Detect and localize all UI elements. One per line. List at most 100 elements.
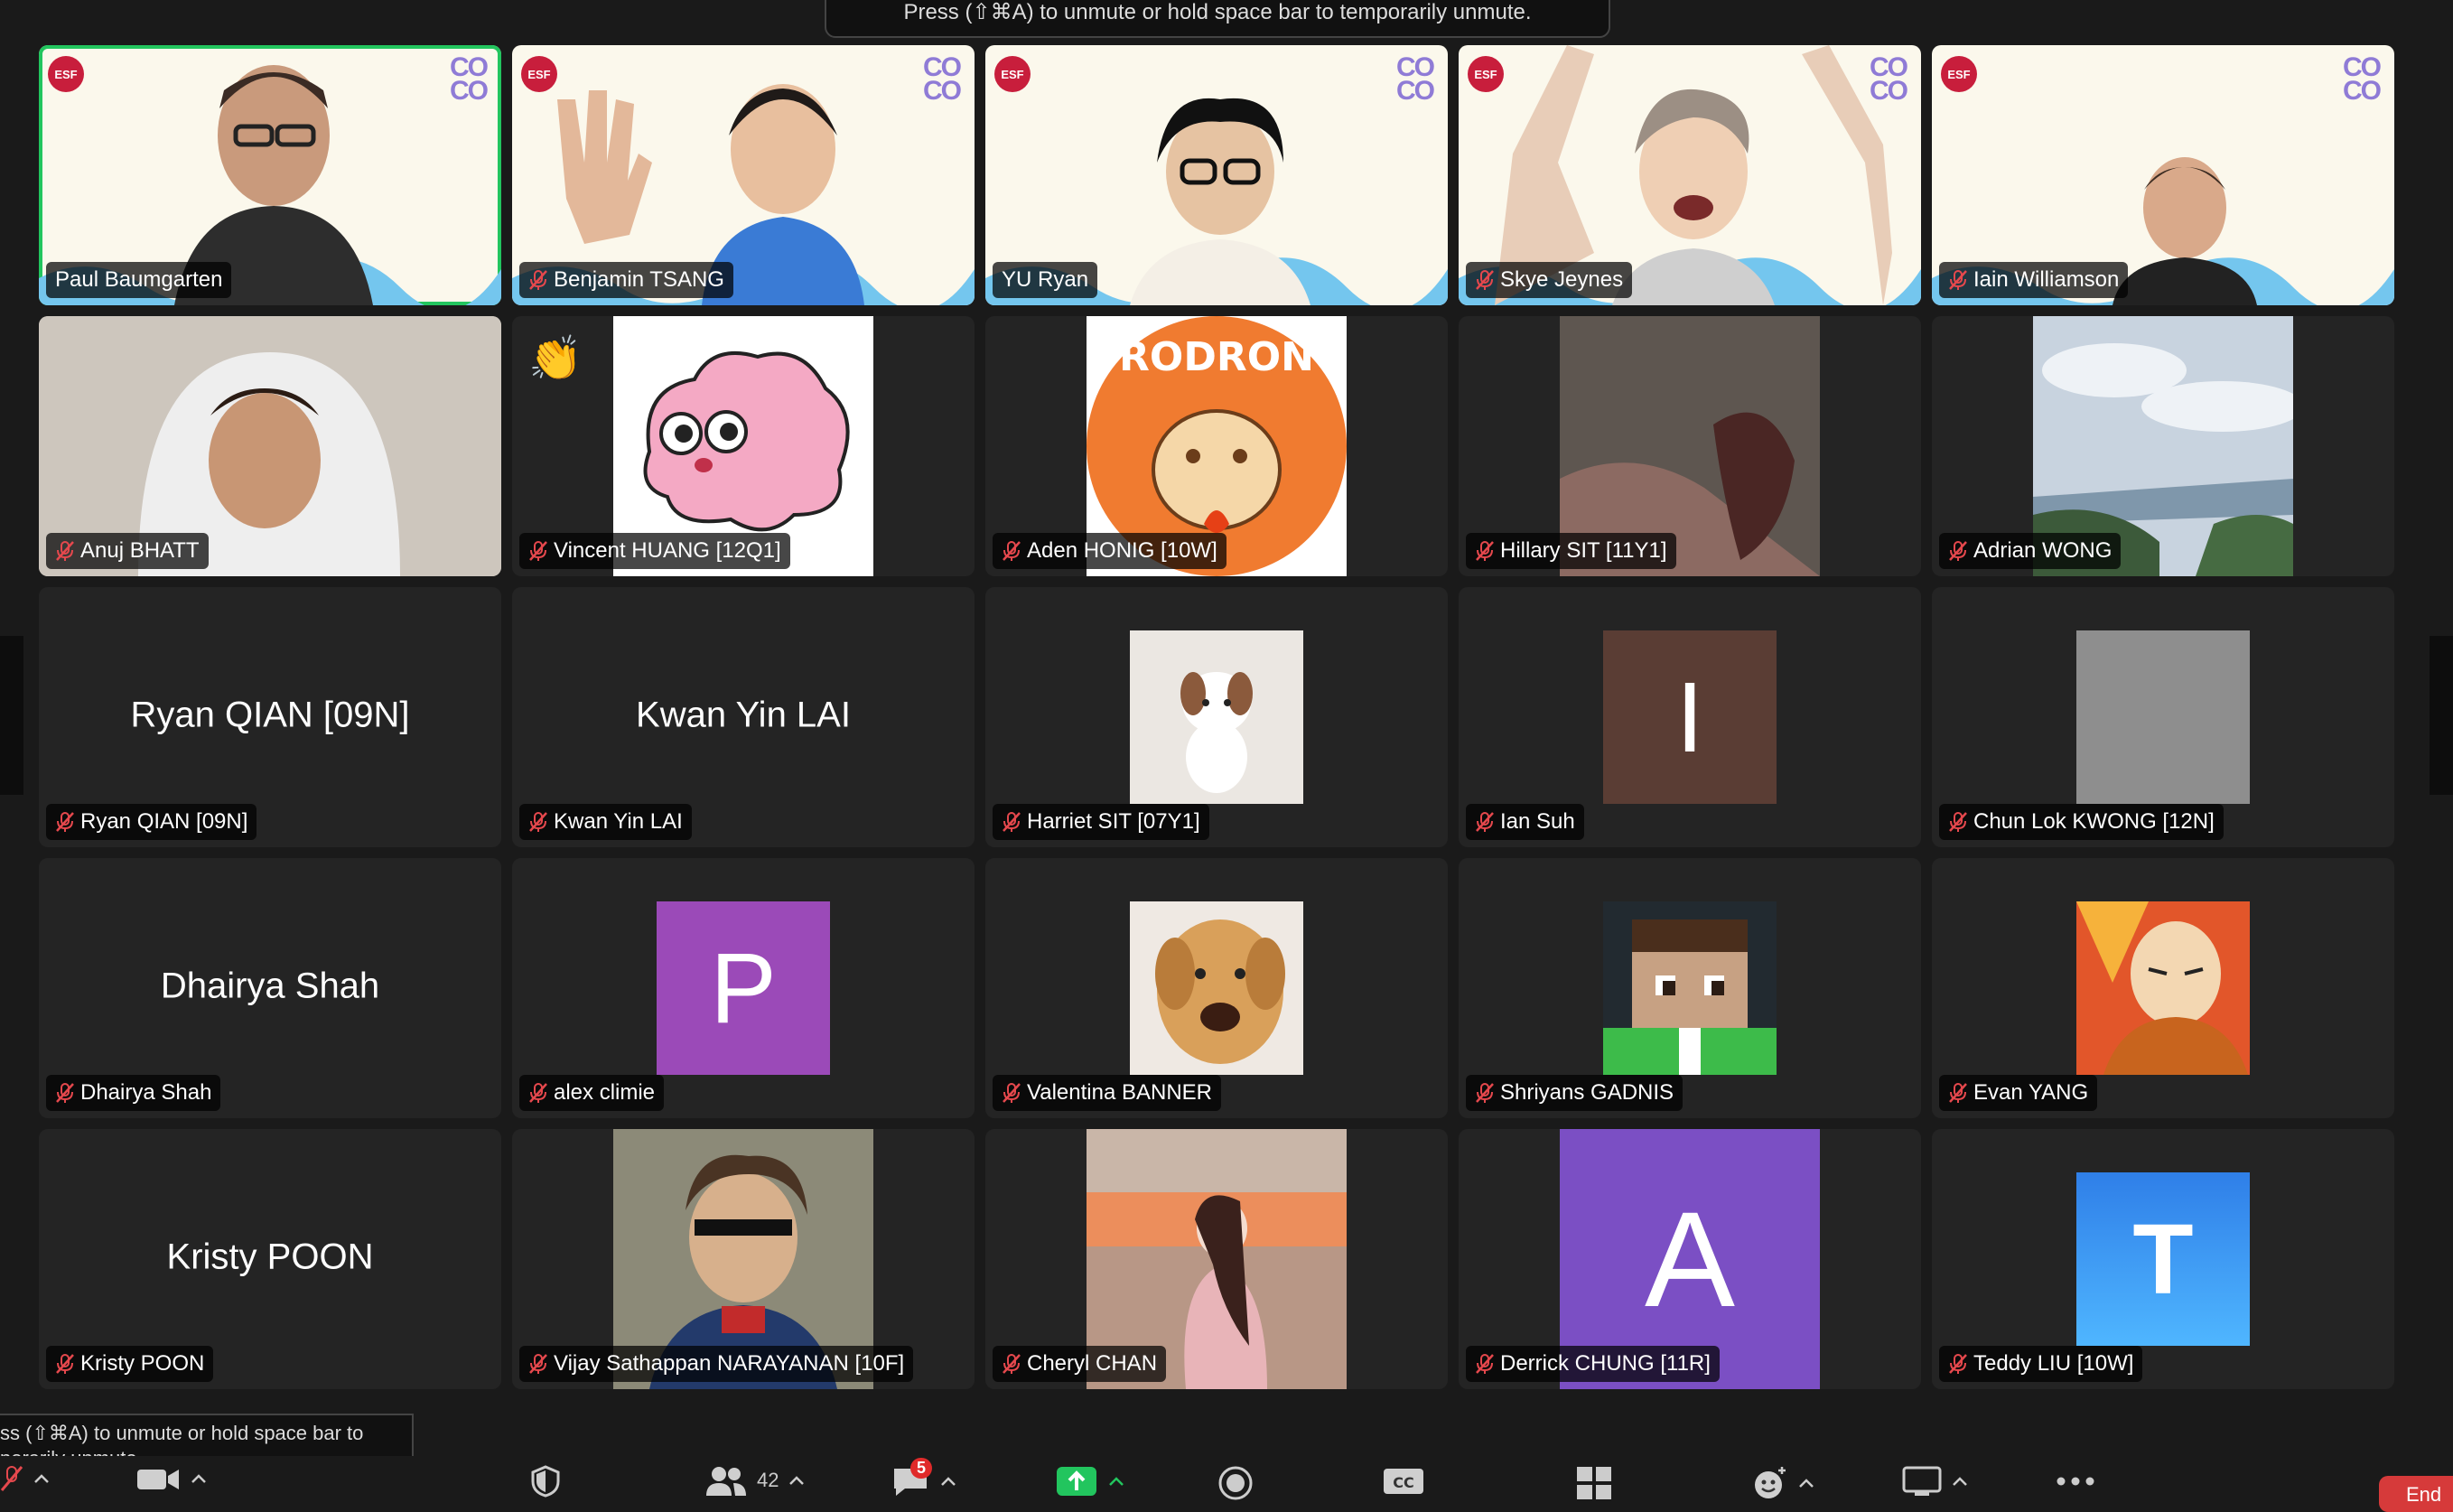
share-screen-icon <box>1057 1467 1096 1496</box>
participant-gallery: ESF CO CO Paul Baumgarten ESF CO CO Benjam… <box>39 45 2396 1389</box>
mute-button[interactable] <box>0 1465 51 1492</box>
previous-page-button[interactable] <box>0 636 23 795</box>
participant-name: Shriyans GADNIS <box>1500 1080 1674 1105</box>
chevron-up-icon[interactable] <box>939 1475 957 1488</box>
unread-badge: 5 <box>910 1458 933 1479</box>
microphone-muted-icon <box>1475 1353 1495 1375</box>
participant-tile[interactable]: Dhairya Shah Dhairya Shah <box>39 858 501 1118</box>
chevron-up-icon[interactable] <box>33 1472 51 1485</box>
participants-icon <box>706 1467 746 1496</box>
microphone-muted-icon <box>1475 540 1495 562</box>
participant-tile[interactable]: Valentina BANNER <box>985 858 1448 1118</box>
participant-tile[interactable]: Anuj BHATT <box>39 316 501 576</box>
video-button[interactable] <box>135 1465 208 1492</box>
share-screen-button[interactable] <box>1055 1465 1125 1498</box>
security-button[interactable] <box>529 1465 562 1498</box>
participant-tile[interactable]: 👏 Vincent HUANG [12Q1] <box>512 316 975 576</box>
participant-tile[interactable]: A Derrick CHUNG [11R] <box>1459 1129 1921 1389</box>
microphone-muted-icon <box>1475 269 1495 291</box>
microphone-muted-icon <box>1002 1353 1021 1375</box>
avatar-initial: T <box>2076 1172 2250 1346</box>
participant-name: Anuj BHATT <box>80 538 200 563</box>
participant-tile[interactable]: Harriet SIT [07Y1] <box>985 587 1448 847</box>
participants-count: 42 <box>757 1469 779 1491</box>
participant-tile[interactable]: ESF CO CO Paul Baumgarten <box>39 45 501 305</box>
participant-tile[interactable]: Ryan QIAN [09N] Ryan QIAN [09N] <box>39 587 501 847</box>
microphone-muted-icon <box>1002 540 1021 562</box>
microphone-muted-icon <box>528 1353 548 1375</box>
participant-tile[interactable]: Kristy POON Kristy POON <box>39 1129 501 1389</box>
closed-captions-button[interactable]: CC <box>1382 1465 1425 1498</box>
participant-nameplate: Evan YANG <box>1939 1075 2098 1111</box>
participant-tile[interactable]: Hillary SIT [11Y1] <box>1459 316 1921 576</box>
avatar-placeholder <box>2076 630 2250 804</box>
next-page-button[interactable] <box>2430 636 2453 795</box>
reactions-button[interactable] <box>1752 1465 1815 1501</box>
chevron-up-icon[interactable] <box>1107 1475 1125 1488</box>
microphone-muted-icon <box>528 540 548 562</box>
participant-nameplate: Chun Lok KWONG [12N] <box>1939 804 2224 840</box>
meeting-toolbar: 42 5 CC <box>0 1456 2453 1503</box>
chevron-up-icon[interactable] <box>190 1472 208 1485</box>
participant-nameplate: Ryan QIAN [09N] <box>46 804 257 840</box>
participant-tile[interactable]: Adrian WONG <box>1932 316 2394 576</box>
coco-logo: CO CO <box>2343 52 2382 106</box>
participant-nameplate: Skye Jeynes <box>1466 262 1633 298</box>
participant-name: Chun Lok KWONG [12N] <box>1973 809 2215 834</box>
microphone-muted-icon <box>1475 811 1495 833</box>
participant-tile[interactable]: Shriyans GADNIS <box>1459 858 1921 1118</box>
participant-tile[interactable]: Chun Lok KWONG [12N] <box>1932 587 2394 847</box>
coco-logo: CO CO <box>923 52 962 106</box>
microphone-muted-icon <box>55 1353 75 1375</box>
participant-tile[interactable]: I Ian Suh <box>1459 587 1921 847</box>
participant-tile[interactable]: Evan YANG <box>1932 858 2394 1118</box>
tooltip-line: ss (⇧⌘A) to unmute or hold space bar to <box>0 1422 364 1444</box>
microphone-muted-icon <box>1948 1353 1968 1375</box>
participant-nameplate: Harriet SIT [07Y1] <box>993 804 1209 840</box>
participant-tile[interactable]: ESF CO CO Skye Jeynes <box>1459 45 1921 305</box>
participant-tile[interactable]: ESF CO CO Benjamin TSANG <box>512 45 975 305</box>
chevron-up-icon[interactable] <box>1951 1475 1969 1488</box>
chevron-up-icon[interactable] <box>1797 1477 1815 1489</box>
coco-logo: CO CO <box>450 52 489 106</box>
chevron-up-icon[interactable] <box>788 1474 806 1487</box>
participant-nameplate: Adrian WONG <box>1939 533 2122 569</box>
end-meeting-button[interactable]: End <box>2379 1476 2453 1512</box>
participant-nameplate: Vincent HUANG [12Q1] <box>519 533 790 569</box>
more-button[interactable] <box>2056 1476 2095 1487</box>
microphone-muted-icon <box>1002 811 1021 833</box>
participant-name: Dhairya Shah <box>80 1080 212 1105</box>
video-camera-icon <box>137 1470 179 1489</box>
participant-display-name: Kristy POON <box>166 1237 374 1277</box>
breakout-rooms-button[interactable] <box>1575 1465 1613 1501</box>
participant-nameplate: Kwan Yin LAI <box>519 804 692 840</box>
participant-nameplate: YU Ryan <box>993 262 1098 298</box>
record-button[interactable] <box>1217 1465 1254 1501</box>
participant-name: Cheryl CHAN <box>1027 1351 1158 1376</box>
profile-picture <box>1130 630 1303 804</box>
microphone-muted-icon <box>55 1082 75 1104</box>
chat-button[interactable]: 5 <box>891 1458 957 1498</box>
participant-name: Benjamin TSANG <box>554 267 724 292</box>
participants-button[interactable]: 42 <box>704 1465 806 1496</box>
svg-text:CC: CC <box>1393 1474 1413 1491</box>
participant-tile[interactable]: ESF CO CO Iain Williamson <box>1932 45 2394 305</box>
participant-nameplate: Teddy LIU [10W] <box>1939 1346 2143 1382</box>
participant-display-name: Dhairya Shah <box>160 966 380 1006</box>
participant-tile[interactable]: Vijay Sathappan NARAYANAN [10F] <box>512 1129 975 1389</box>
participant-tile[interactable]: RODRON Aden HONIG [10W] <box>985 316 1448 576</box>
apps-button[interactable] <box>1902 1465 1969 1498</box>
microphone-muted-icon <box>1475 1082 1495 1104</box>
participant-tile[interactable]: P alex climie <box>512 858 975 1118</box>
microphone-muted-icon <box>1948 540 1968 562</box>
participant-tile[interactable]: ESF CO CO YU Ryan <box>985 45 1448 305</box>
participant-tile[interactable]: T Teddy LIU [10W] <box>1932 1129 2394 1389</box>
participant-nameplate: Ian Suh <box>1466 804 1584 840</box>
unmute-hint-toast: Press (⇧⌘A) to unmute or hold space bar … <box>825 0 1610 38</box>
closed-captions-icon: CC <box>1384 1469 1423 1494</box>
breakout-rooms-icon <box>1577 1467 1611 1499</box>
participant-tile[interactable]: Cheryl CHAN <box>985 1129 1448 1389</box>
participant-name: Derrick CHUNG [11R] <box>1500 1351 1711 1376</box>
avatar-initial: P <box>657 901 830 1075</box>
participant-tile[interactable]: Kwan Yin LAI Kwan Yin LAI <box>512 587 975 847</box>
